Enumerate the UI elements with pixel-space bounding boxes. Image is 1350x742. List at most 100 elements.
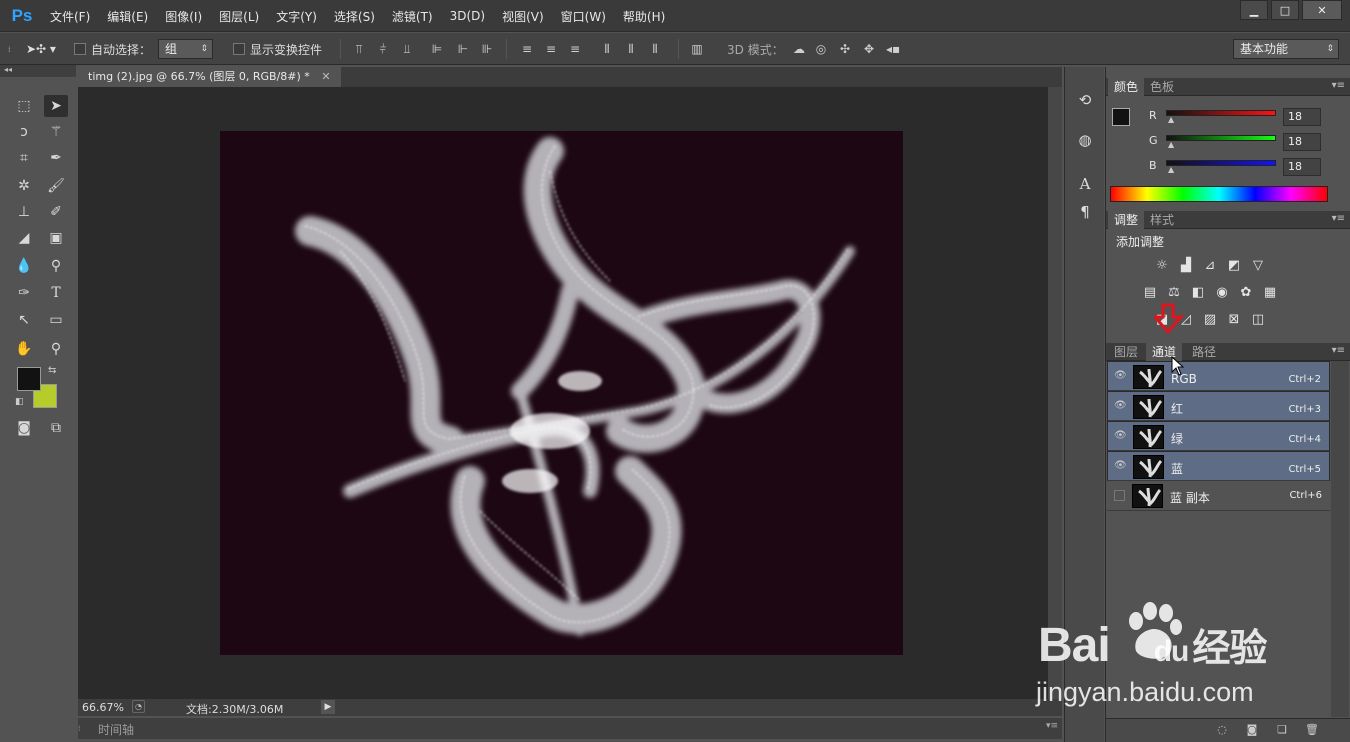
color-lookup-icon[interactable]: ▦ — [1261, 285, 1279, 301]
black-white-icon[interactable]: ◧ — [1189, 285, 1207, 301]
move-tool-icon[interactable]: ➤ — [44, 95, 68, 117]
color-foreground-swatch[interactable] — [1112, 108, 1130, 126]
slider-thumb-icon[interactable]: ▲ — [1168, 140, 1174, 149]
menu-type[interactable]: 文字(Y) — [276, 8, 317, 25]
g-slider[interactable] — [1166, 135, 1276, 141]
menu-file[interactable]: 文件(F) — [50, 8, 90, 25]
distribute-right-icon[interactable]: ⦀ — [648, 42, 662, 56]
screen-mode-icon[interactable]: ⧉ — [44, 417, 68, 439]
clone-stamp-tool-icon[interactable]: ⊥ — [12, 201, 36, 223]
foreground-color-swatch[interactable] — [17, 367, 41, 391]
dodge-tool-icon[interactable]: ⚲ — [44, 255, 68, 277]
tab-styles[interactable]: 样式 — [1144, 211, 1180, 229]
color-spectrum-bar[interactable] — [1110, 186, 1328, 202]
eye-icon[interactable]: 👁 — [1114, 400, 1127, 412]
workspace-select[interactable]: 基本功能 ⇕ — [1233, 39, 1339, 59]
3d-pan-icon[interactable]: ✣ — [838, 42, 852, 56]
channel-mixer-icon[interactable]: ✿ — [1237, 285, 1255, 301]
actions-panel-icon[interactable]: ◍ — [1073, 129, 1097, 151]
save-selection-icon[interactable]: ◙ — [1244, 723, 1260, 739]
menu-view[interactable]: 视图(V) — [502, 8, 544, 25]
threshold-icon[interactable]: ▨ — [1201, 312, 1219, 328]
brush-tool-icon[interactable]: 🖌 — [44, 175, 68, 197]
gradient-tool-icon[interactable]: ▣ — [44, 227, 68, 249]
levels-icon[interactable]: ▟ — [1177, 258, 1195, 274]
visibility-toggle[interactable] — [1114, 490, 1125, 501]
lasso-tool-icon[interactable]: ↄ — [12, 121, 36, 143]
document-image[interactable] — [220, 131, 903, 655]
tab-adjustments[interactable]: 调整 — [1108, 211, 1145, 229]
auto-select-checkbox[interactable]: 自动选择： — [74, 33, 151, 65]
history-panel-icon[interactable]: ⟲ — [1073, 89, 1097, 111]
healing-brush-tool-icon[interactable]: ✲ — [12, 175, 36, 197]
document-tab[interactable]: timg (2).jpg @ 66.7% (图层 0, RGB/8#) * ✕ — [78, 67, 341, 87]
panel-menu-icon[interactable]: ▾≡ — [1332, 80, 1345, 91]
eyedropper-tool-icon[interactable]: ✒ — [44, 147, 68, 169]
align-right-icon[interactable]: ⊪ — [480, 42, 494, 56]
eye-icon[interactable]: 👁 — [1114, 370, 1127, 382]
auto-select-checkbox-box[interactable] — [74, 43, 86, 55]
crop-tool-icon[interactable]: ⌗ — [12, 147, 36, 169]
menu-window[interactable]: 窗口(W) — [561, 8, 606, 25]
g-value[interactable]: 18 — [1283, 133, 1321, 151]
align-top-icon[interactable]: ⫪ — [352, 42, 366, 56]
tab-layers[interactable]: 图层 — [1108, 343, 1144, 361]
brightness-contrast-icon[interactable]: ☼ — [1153, 258, 1171, 274]
align-bottom-icon[interactable]: ⫫ — [400, 42, 414, 56]
move-tool-preset[interactable]: ➤✣ ▾ — [26, 33, 56, 65]
pen-tool-icon[interactable]: ✑ — [12, 282, 36, 304]
hue-saturation-icon[interactable]: ▤ — [1141, 285, 1159, 301]
quick-mask-icon[interactable]: ◙ — [12, 417, 36, 439]
rectangle-tool-icon[interactable]: ▭ — [44, 309, 68, 331]
curves-icon[interactable]: ⊿ — [1201, 258, 1219, 274]
channel-row-green[interactable]: 👁 绿 Ctrl+4 — [1107, 421, 1330, 451]
tab-color[interactable]: 颜色 — [1108, 78, 1145, 96]
minimize-button[interactable]: ▁ — [1240, 0, 1268, 20]
eye-icon[interactable]: 👁 — [1114, 430, 1127, 442]
eye-icon[interactable]: 👁 — [1114, 460, 1127, 472]
delete-channel-icon[interactable]: 🗑 — [1304, 723, 1320, 739]
3d-rotate-icon[interactable]: ☁ — [790, 42, 808, 56]
timeline-label[interactable]: 时间轴 — [98, 721, 134, 738]
channel-row-rgb[interactable]: 👁 RGB Ctrl+2 — [1107, 361, 1330, 391]
distribute-hcenter-icon[interactable]: ⦀ — [624, 42, 638, 56]
align-vcenter-icon[interactable]: ⫩ — [376, 42, 390, 56]
zoom-level[interactable]: 66.67% — [82, 701, 124, 714]
color-balance-icon[interactable]: ⚖ — [1165, 285, 1183, 301]
collapse-icon[interactable]: ◂◂ — [0, 65, 76, 77]
vibrance-icon[interactable]: ▽ — [1249, 258, 1267, 274]
character-panel-icon[interactable]: A — [1073, 173, 1097, 195]
menu-filter[interactable]: 滤镜(T) — [392, 8, 433, 25]
distribute-vcenter-icon[interactable]: ≡ — [544, 42, 558, 56]
new-channel-icon[interactable]: ❏ — [1274, 723, 1290, 739]
load-selection-icon[interactable]: ◌ — [1214, 723, 1230, 739]
align-left-icon[interactable]: ⊫ — [430, 42, 444, 56]
status-menu-arrow-icon[interactable]: ▶ — [321, 700, 335, 714]
b-value[interactable]: 18 — [1283, 158, 1321, 176]
r-slider[interactable] — [1166, 110, 1276, 116]
tab-paths[interactable]: 路径 — [1186, 343, 1222, 361]
history-brush-tool-icon[interactable]: ✐ — [44, 201, 68, 223]
show-transform-checkbox[interactable]: 显示变换控件 — [233, 33, 322, 65]
blur-tool-icon[interactable]: 💧 — [12, 255, 36, 277]
distribute-left-icon[interactable]: ⦀ — [600, 42, 614, 56]
3d-scale-icon[interactable]: ◂▪ — [886, 42, 900, 56]
align-hcenter-icon[interactable]: ⊩ — [456, 42, 470, 56]
restore-button[interactable]: □ — [1271, 0, 1299, 20]
channel-row-red[interactable]: 👁 红 Ctrl+3 — [1107, 391, 1330, 421]
exposure-icon[interactable]: ◩ — [1225, 258, 1243, 274]
menu-help[interactable]: 帮助(H) — [623, 8, 665, 25]
photo-filter-icon[interactable]: ◉ — [1213, 285, 1231, 301]
r-value[interactable]: 18 — [1283, 108, 1321, 126]
menu-edit[interactable]: 编辑(E) — [107, 8, 148, 25]
panel-menu-icon[interactable]: ▾≡ — [1332, 213, 1345, 224]
gradient-map-icon[interactable]: ⊠ — [1225, 312, 1243, 328]
slider-thumb-icon[interactable]: ▲ — [1168, 165, 1174, 174]
distribute-top-icon[interactable]: ≡ — [520, 42, 534, 56]
show-transform-checkbox-box[interactable] — [233, 43, 245, 55]
panel-menu-icon[interactable]: ▾≡ — [1046, 721, 1058, 731]
paragraph-panel-icon[interactable]: ¶ — [1073, 201, 1097, 223]
tab-swatches[interactable]: 色板 — [1144, 78, 1180, 96]
close-button[interactable]: ✕ — [1302, 0, 1342, 20]
b-slider[interactable] — [1166, 160, 1276, 166]
